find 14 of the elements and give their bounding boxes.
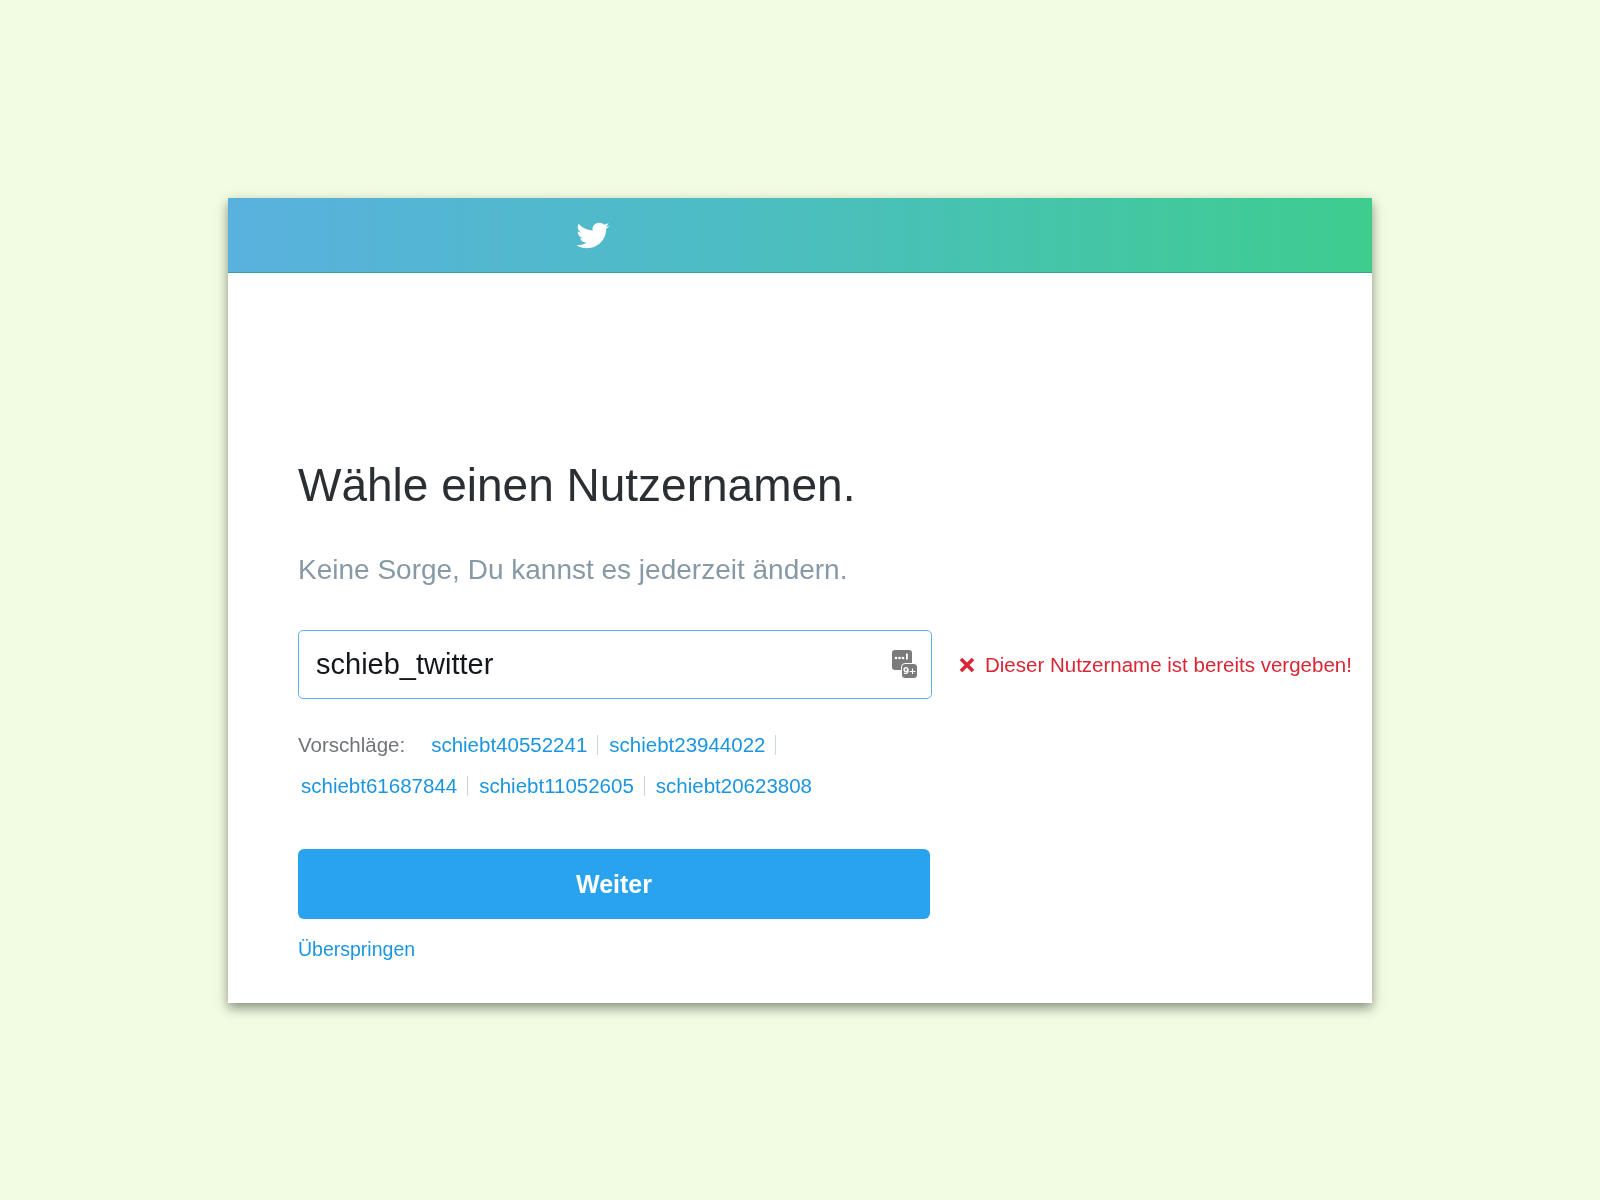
error-message: Dieser Nutzername ist bereits vergeben! [985, 652, 1352, 677]
suggestion-link[interactable]: schiebt20623808 [655, 774, 812, 798]
count-badge: 9+ [901, 663, 918, 679]
suggestion-link[interactable]: schiebt40552241 [431, 733, 588, 757]
page-heading: Wähle einen Nutzernamen. [298, 458, 857, 513]
suggestion-link[interactable]: schiebt61687844 [301, 774, 458, 798]
bird-icon [575, 221, 610, 249]
subtitle-text: Keine Sorge, Du kannst es jederzeit ändern. [298, 553, 849, 587]
cross-icon [959, 656, 975, 673]
suggestions-label: Vorschläge: [298, 733, 406, 757]
suggestion-link[interactable]: schiebt23944022 [609, 733, 766, 757]
skip-link[interactable]: Überspringen [298, 937, 416, 961]
next-button[interactable]: Weiter [298, 849, 930, 919]
suggestion-link[interactable]: schiebt11052605 [479, 774, 634, 798]
